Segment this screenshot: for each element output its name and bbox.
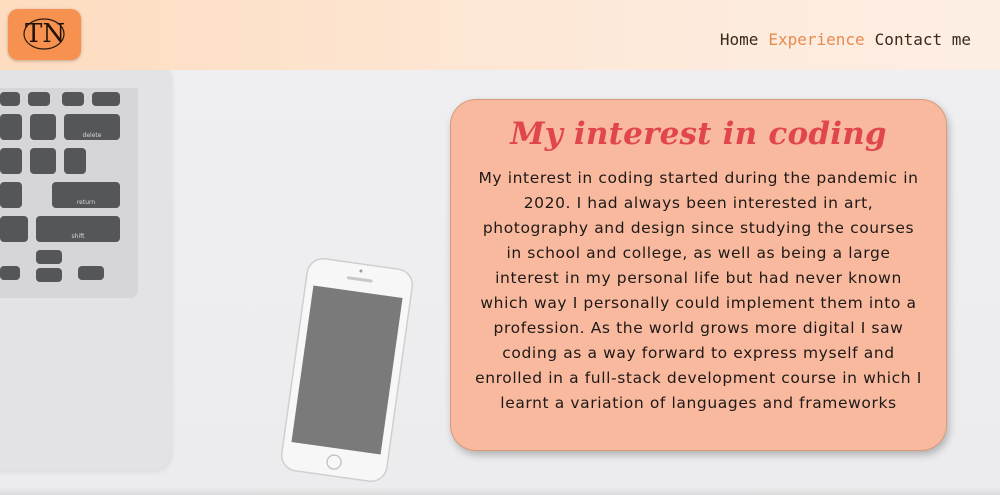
nav-contact-me[interactable]: Contact me bbox=[875, 30, 971, 49]
card-body: My interest in coding started during the… bbox=[475, 169, 922, 412]
phone-image bbox=[280, 257, 414, 483]
delete-key: delete bbox=[64, 114, 120, 140]
shift-key: shift bbox=[36, 216, 120, 242]
keyboard-image: delete return shift bbox=[0, 88, 138, 298]
nav-experience[interactable]: Experience bbox=[768, 30, 864, 49]
main-nav: Home Experience Contact me bbox=[710, 30, 971, 49]
site-header: TN Home Experience Contact me bbox=[0, 0, 1000, 70]
logo[interactable]: TN bbox=[8, 9, 81, 60]
laptop-image: delete return shift bbox=[0, 70, 170, 470]
bottom-shadow bbox=[0, 487, 1000, 495]
return-key: return bbox=[52, 182, 120, 208]
nav-home[interactable]: Home bbox=[720, 30, 759, 49]
card-title: My interest in coding bbox=[510, 116, 887, 152]
logo-text: TN bbox=[25, 19, 65, 49]
logo-monogram-icon: TN bbox=[23, 18, 65, 50]
interest-card: My interest in coding My interest in cod… bbox=[450, 99, 947, 451]
